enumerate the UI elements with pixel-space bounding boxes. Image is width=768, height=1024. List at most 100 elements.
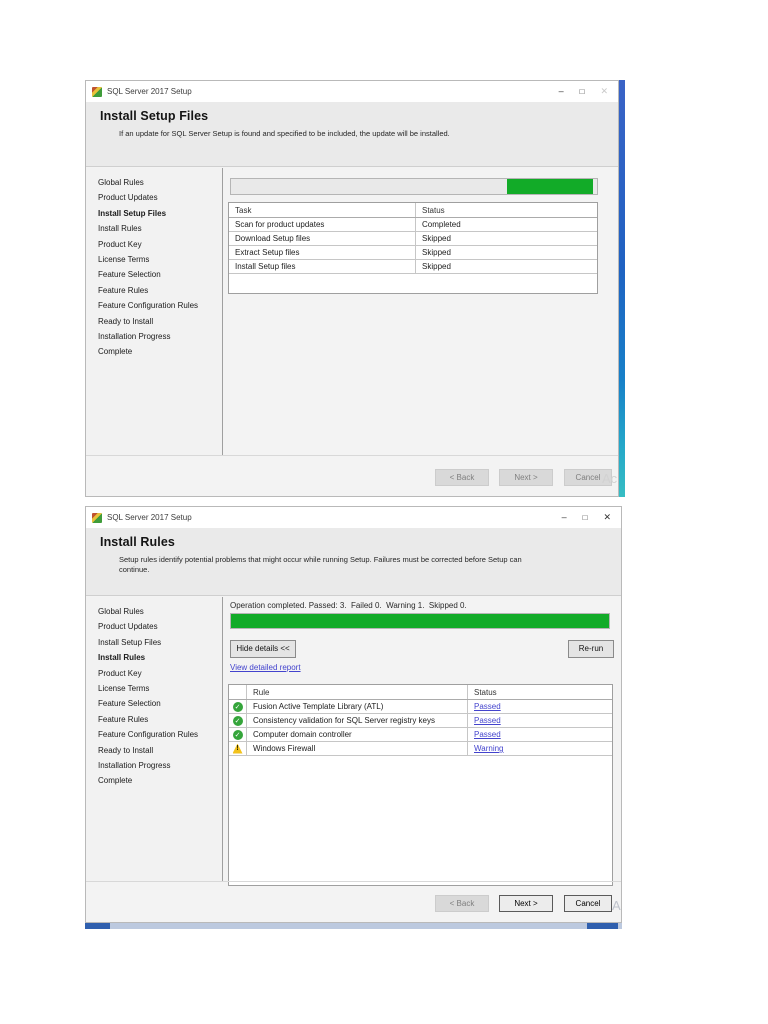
table-row: Scan for product updates Completed	[229, 218, 597, 232]
sidebar-item-license-terms: License Terms	[98, 684, 150, 694]
sidebar-item-installation-progress: Installation Progress	[98, 332, 171, 342]
main-panel: Task Status Scan for product updates Com…	[223, 168, 618, 455]
sidebar-item-install-setup-files: Install Setup Files	[98, 208, 167, 218]
sidebar-item-feature-selection: Feature Selection	[98, 270, 161, 280]
rule-cell: Fusion Active Template Library (ATL)	[247, 700, 468, 713]
close-icon[interactable]: ✕	[600, 87, 608, 96]
table-header-row: Rule Status	[229, 685, 612, 700]
main-panel: Operation completed. Passed: 3. Failed 0…	[223, 597, 621, 886]
icon-column-header	[229, 685, 247, 699]
maximize-icon[interactable]: □	[583, 513, 588, 522]
status-cell: Skipped	[422, 262, 451, 271]
page-subtitle: If an update for SQL Server Setup is fou…	[119, 129, 450, 138]
table-row: Windows Firewall Warning	[229, 742, 612, 756]
sidebar-item-feature-rules: Feature Rules	[98, 714, 149, 724]
wizard-steps-sidebar: Global Rules Product Updates Install Set…	[86, 597, 223, 881]
progress-fill	[231, 614, 609, 628]
sidebar-item-global-rules: Global Rules	[98, 178, 144, 187]
install-setup-files-window: SQL Server 2017 Setup – □ ✕ Install Setu…	[85, 80, 619, 497]
table-row: Computer domain controller Passed	[229, 728, 612, 742]
taskbar-sliver	[85, 923, 622, 929]
status-cell: Skipped	[422, 234, 451, 243]
warning-link[interactable]: Warning	[474, 744, 504, 753]
back-button[interactable]: < Back	[435, 895, 489, 912]
page-header: Install Rules Setup rules identify poten…	[86, 528, 621, 596]
pass-icon	[232, 729, 243, 740]
taskbar-sliver-left	[85, 923, 110, 929]
minimize-icon[interactable]: –	[562, 513, 567, 522]
view-detailed-report-link[interactable]: View detailed report	[230, 663, 301, 672]
sidebar-item-ready-to-install: Ready to Install	[98, 316, 154, 326]
rule-cell: Windows Firewall	[247, 742, 468, 755]
button-bar: < Back Next > Cancel	[86, 881, 621, 922]
status-column-header: Status	[474, 687, 497, 697]
table-header-row: Task Status	[229, 203, 597, 218]
warning-icon	[232, 743, 243, 754]
page-subtitle: Setup rules identify potential problems …	[119, 555, 522, 574]
rules-progress-bar	[230, 613, 610, 629]
close-icon[interactable]: ✕	[603, 513, 611, 522]
sidebar-item-feature-selection: Feature Selection	[98, 699, 161, 709]
table-row: Install Setup files Skipped	[229, 260, 597, 274]
page: SQL Server 2017 Setup – □ ✕ Install Setu…	[0, 0, 768, 1024]
sql-server-setup-icon	[92, 86, 102, 97]
minimize-icon[interactable]: –	[559, 87, 564, 96]
task-cell: Extract Setup files	[229, 246, 416, 259]
status-cell: Skipped	[422, 248, 451, 257]
sidebar-item-product-updates: Product Updates	[98, 193, 158, 203]
table-row: Fusion Active Template Library (ATL) Pas…	[229, 700, 612, 714]
titlebar[interactable]: SQL Server 2017 Setup – □ ✕	[86, 81, 618, 102]
cancel-button[interactable]: Cancel	[564, 895, 612, 912]
table-row: Consistency validation for SQL Server re…	[229, 714, 612, 728]
activate-windows-watermark-fragment: Ac	[602, 471, 618, 486]
pass-icon	[232, 715, 243, 726]
window-title: SQL Server 2017 Setup	[107, 87, 192, 96]
sidebar-item-product-key: Product Key	[98, 239, 142, 249]
sidebar-item-product-updates: Product Updates	[98, 622, 158, 632]
table-row: Extract Setup files Skipped	[229, 246, 597, 260]
sidebar-item-install-rules: Install Rules	[98, 224, 142, 234]
sidebar-item-license-terms: License Terms	[98, 255, 150, 265]
back-button[interactable]: < Back	[435, 469, 489, 486]
sidebar-item-complete: Complete	[98, 347, 133, 357]
rule-cell: Consistency validation for SQL Server re…	[247, 714, 468, 727]
maximize-icon[interactable]: □	[580, 87, 585, 96]
page-title: Install Setup Files	[100, 109, 209, 123]
sidebar-item-feature-rules: Feature Rules	[98, 285, 149, 295]
rule-cell: Computer domain controller	[247, 728, 468, 741]
sidebar-item-ready-to-install: Ready to Install	[98, 745, 154, 755]
page-header: Install Setup Files If an update for SQL…	[86, 102, 618, 167]
rules-table: Rule Status Fusion Active Template Libra…	[228, 684, 613, 886]
next-button[interactable]: Next >	[499, 469, 553, 486]
task-cell: Scan for product updates	[229, 218, 416, 231]
table-row: Download Setup files Skipped	[229, 232, 597, 246]
setup-tasks-table: Task Status Scan for product updates Com…	[228, 202, 598, 294]
titlebar[interactable]: SQL Server 2017 Setup – □ ✕	[86, 507, 621, 528]
sidebar-item-complete: Complete	[98, 776, 133, 786]
hide-details-button[interactable]: Hide details <<	[230, 640, 296, 658]
sidebar-item-feature-configuration-rules: Feature Configuration Rules	[98, 730, 199, 740]
taskbar-sliver-right	[587, 923, 618, 929]
install-rules-window: SQL Server 2017 Setup – □ ✕ Install Rule…	[85, 506, 622, 923]
sql-server-setup-icon	[92, 512, 102, 523]
task-cell: Download Setup files	[229, 232, 416, 245]
sidebar-item-install-setup-files: Install Setup Files	[98, 637, 162, 647]
rule-column-header: Rule	[247, 685, 468, 699]
passed-link[interactable]: Passed	[474, 702, 501, 711]
next-button[interactable]: Next >	[499, 895, 553, 912]
task-column-header: Task	[229, 203, 416, 217]
task-cell: Install Setup files	[229, 260, 416, 273]
desktop-background-strip	[619, 80, 625, 497]
rerun-button[interactable]: Re-run	[568, 640, 614, 658]
setup-files-progress-bar	[230, 178, 598, 195]
page-title: Install Rules	[100, 535, 175, 549]
status-column-header: Status	[422, 205, 445, 215]
passed-link[interactable]: Passed	[474, 730, 501, 739]
wizard-steps-sidebar: Global Rules Product Updates Install Set…	[86, 168, 223, 455]
window-title: SQL Server 2017 Setup	[107, 513, 192, 522]
progress-fill	[506, 179, 593, 194]
button-bar: < Back Next > Cancel	[86, 455, 618, 496]
operation-status-text: Operation completed. Passed: 3. Failed 0…	[230, 601, 467, 610]
sidebar-item-feature-configuration-rules: Feature Configuration Rules	[98, 301, 199, 311]
passed-link[interactable]: Passed	[474, 716, 501, 725]
